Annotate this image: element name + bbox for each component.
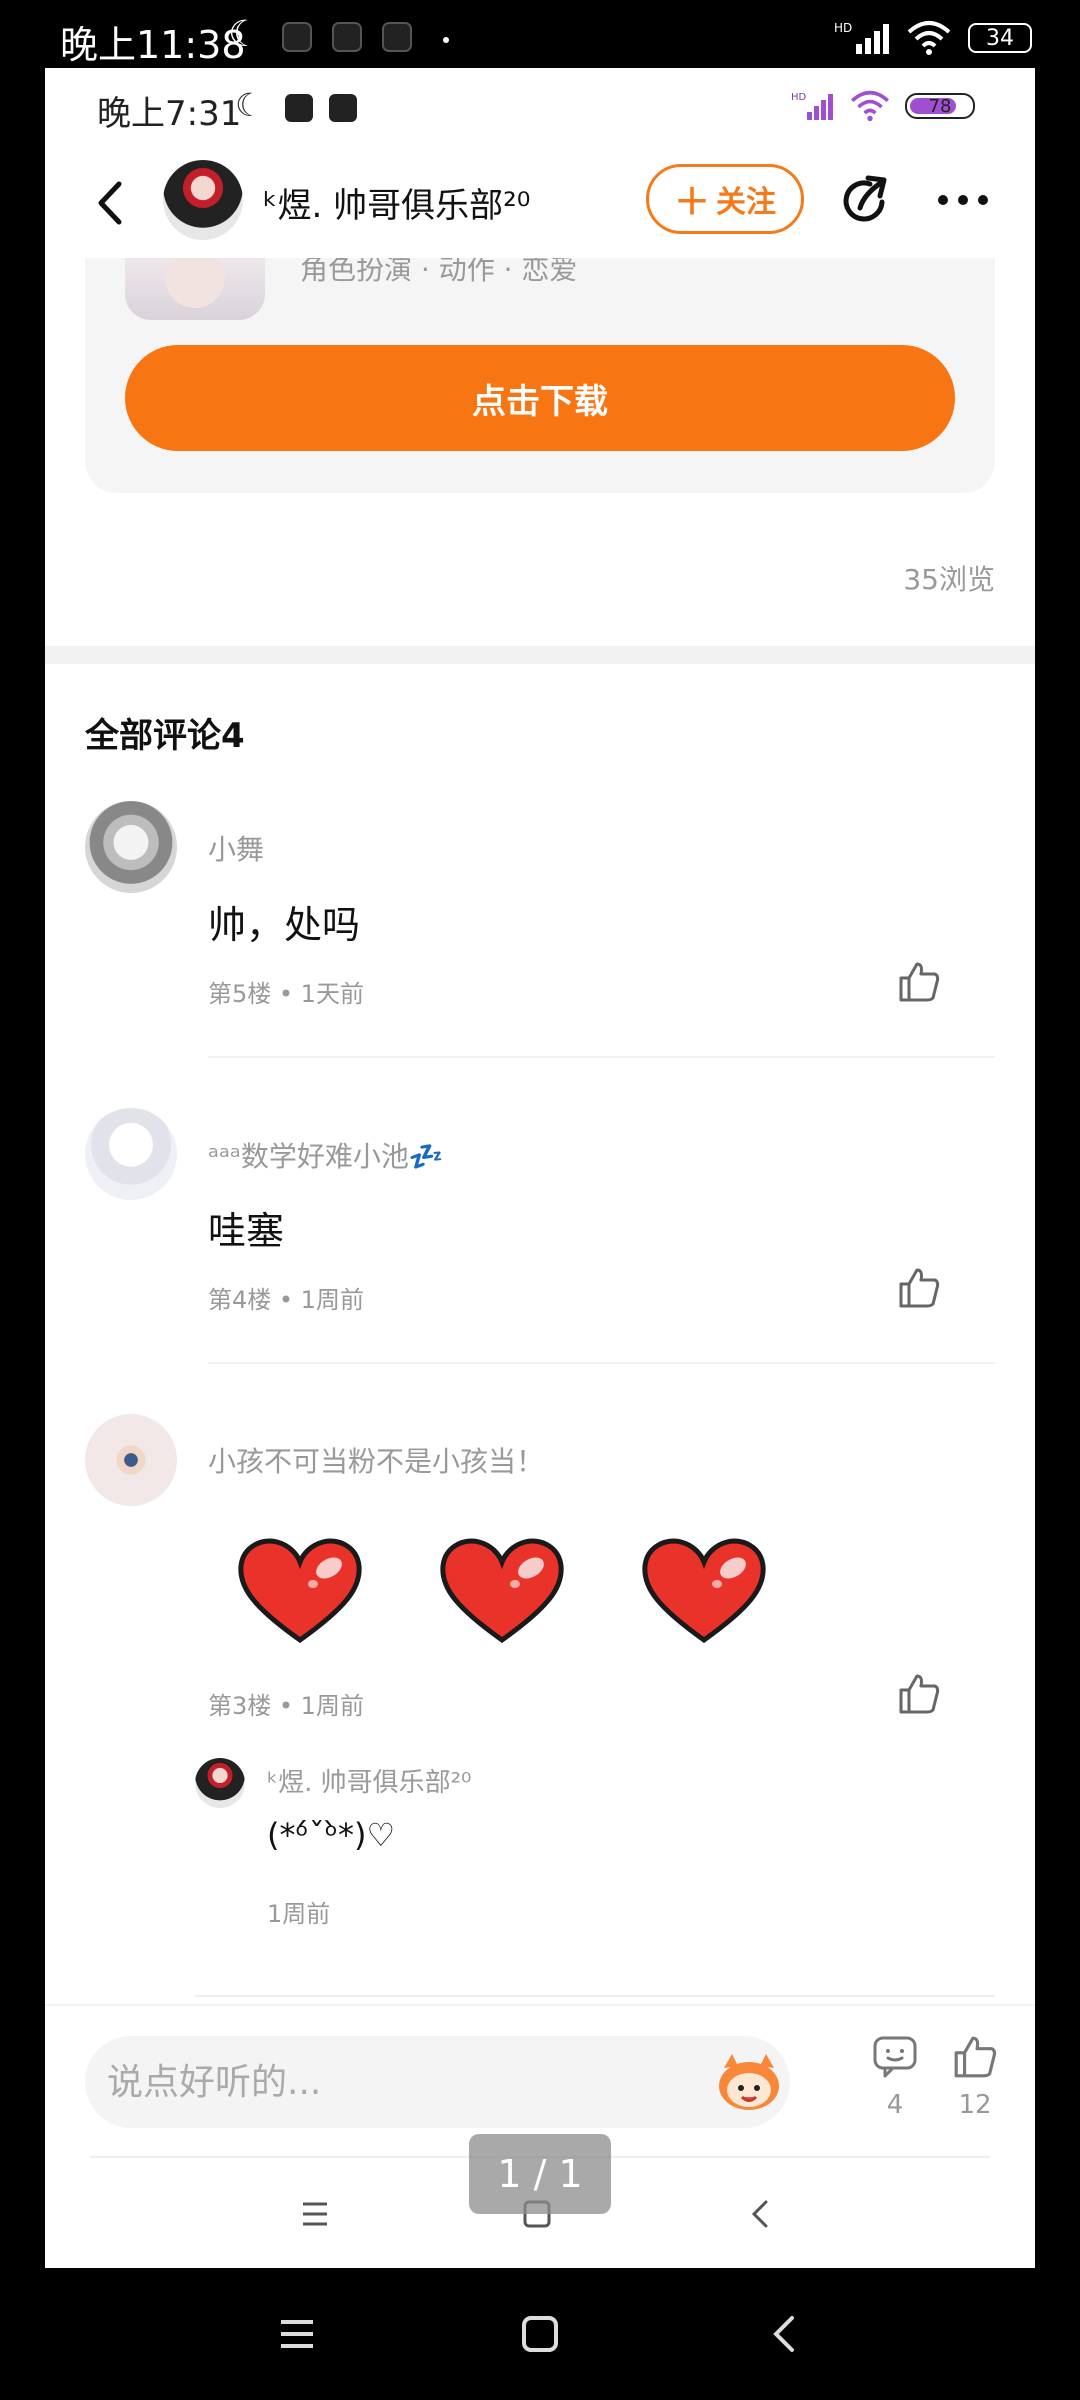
sticker-row [235, 1536, 769, 1646]
moon-icon: ☾ [228, 14, 261, 55]
comment-meta: 第5楼 • 1天前 [208, 980, 364, 1008]
signal-icon: HD [834, 21, 889, 54]
battery-indicator: 34 [968, 23, 1032, 53]
heart-sticker-icon [238, 1538, 362, 1644]
author-name[interactable]: ᵏ煜. 帅哥俱乐部²⁰ [263, 178, 530, 227]
inner-status-time: 晚上7:31 [97, 94, 242, 134]
like-icon[interactable] [897, 1672, 941, 1716]
comment-text: 帅，处吗 [208, 903, 361, 947]
heart-sticker-icon [642, 1538, 766, 1644]
commenter-avatar[interactable] [85, 1108, 177, 1200]
more-notifications-dot [443, 37, 449, 43]
comments-title: 全部评论4 [85, 716, 245, 756]
comment-input[interactable] [107, 2036, 667, 2128]
plus-icon: ＋ [673, 182, 710, 223]
comment-bubble-icon [873, 2036, 917, 2078]
outer-navigation-bar [0, 2268, 1080, 2400]
wifi-icon [851, 90, 889, 122]
commenter-name[interactable]: 小孩不可当粉不是小孩当！ [208, 1440, 544, 1480]
comment-separator [208, 1056, 995, 1058]
reply-text: (*ᵒ́ˇᵒ̀*)♡ [267, 1816, 396, 1854]
svg-text:HD: HD [834, 21, 852, 35]
outer-status-time: 晚上11:38 [60, 23, 246, 67]
app-notification-icon [285, 94, 313, 122]
menu-icon[interactable] [295, 2194, 335, 2234]
commenter-name[interactable]: ᵃᵃᵃ数学好难小池💤 [208, 1135, 444, 1175]
menu-icon[interactable] [275, 2312, 319, 2356]
inner-status-bar: 晚上7:31 ☾ HD 78 [45, 68, 1035, 148]
like-icon[interactable] [897, 960, 941, 1004]
reply-author-name[interactable]: ᵏ煜. 帅哥俱乐部²⁰ [267, 1762, 471, 1799]
comment-input-box[interactable] [85, 2036, 790, 2128]
like-count: 12 [958, 2090, 992, 2120]
comment-separator [195, 1995, 995, 1997]
commenter-name[interactable]: 小舞 [208, 828, 264, 868]
app-screen: 晚上7:31 ☾ HD 78 ᵏ煜. 帅哥俱乐部²⁰ ＋ 关注 角色扮演 · 动… [45, 68, 1035, 2268]
svg-text:HD: HD [791, 92, 807, 103]
back-nav-icon[interactable] [762, 2312, 806, 2356]
wifi-icon [907, 21, 951, 55]
comment-separator [208, 1362, 995, 1364]
comment-meta: 第4楼 • 1周前 [208, 1286, 364, 1314]
thumbs-up-icon [954, 2036, 997, 2078]
section-divider [45, 646, 1035, 664]
moon-icon: ☾ [235, 86, 264, 124]
emoji-mascot-icon[interactable] [714, 2050, 784, 2114]
view-count: 35浏览 [903, 563, 995, 596]
share-icon[interactable] [838, 172, 894, 228]
app-notification-icon [282, 22, 312, 52]
app-notification-icon [329, 94, 357, 122]
author-avatar[interactable] [163, 160, 243, 240]
bottom-action-bar: 4 12 [45, 2004, 1035, 2154]
reply-time: 1周前 [267, 1900, 331, 1928]
commenter-avatar[interactable] [85, 801, 177, 893]
app-notification-icon [332, 22, 362, 52]
page-indicator: 1 / 1 [469, 2134, 611, 2214]
app-card: 角色扮演 · 动作 · 恋爱 点击下载 [85, 238, 995, 493]
more-options-icon[interactable] [933, 172, 993, 228]
comment-meta: 第3楼 • 1周前 [208, 1692, 364, 1720]
commenter-avatar[interactable] [85, 1414, 177, 1506]
follow-button[interactable]: ＋ 关注 [646, 164, 804, 234]
follow-label: 关注 [716, 185, 776, 220]
like-icon[interactable] [897, 1266, 941, 1310]
top-header: ᵏ煜. 帅哥俱乐部²⁰ ＋ 关注 [45, 148, 1035, 258]
reply-avatar[interactable] [195, 1758, 245, 1808]
outer-status-bar: 晚上11:38 ☾ HD 34 [0, 0, 1080, 68]
back-arrow-icon [98, 181, 122, 225]
back-button[interactable] [85, 178, 135, 228]
home-icon[interactable] [518, 2312, 562, 2356]
download-button[interactable]: 点击下载 [125, 345, 955, 451]
comment-text: 哇塞 [208, 1209, 285, 1253]
back-nav-icon[interactable] [740, 2194, 780, 2234]
heart-sticker-icon [440, 1538, 564, 1644]
battery-indicator: 78 [905, 93, 975, 119]
comment-button[interactable]: 4 [860, 2034, 930, 2120]
comment-count: 4 [886, 2090, 904, 2120]
signal-icon: HD [791, 92, 833, 120]
like-button[interactable]: 12 [940, 2034, 1010, 2120]
app-notification-icon [382, 22, 412, 52]
